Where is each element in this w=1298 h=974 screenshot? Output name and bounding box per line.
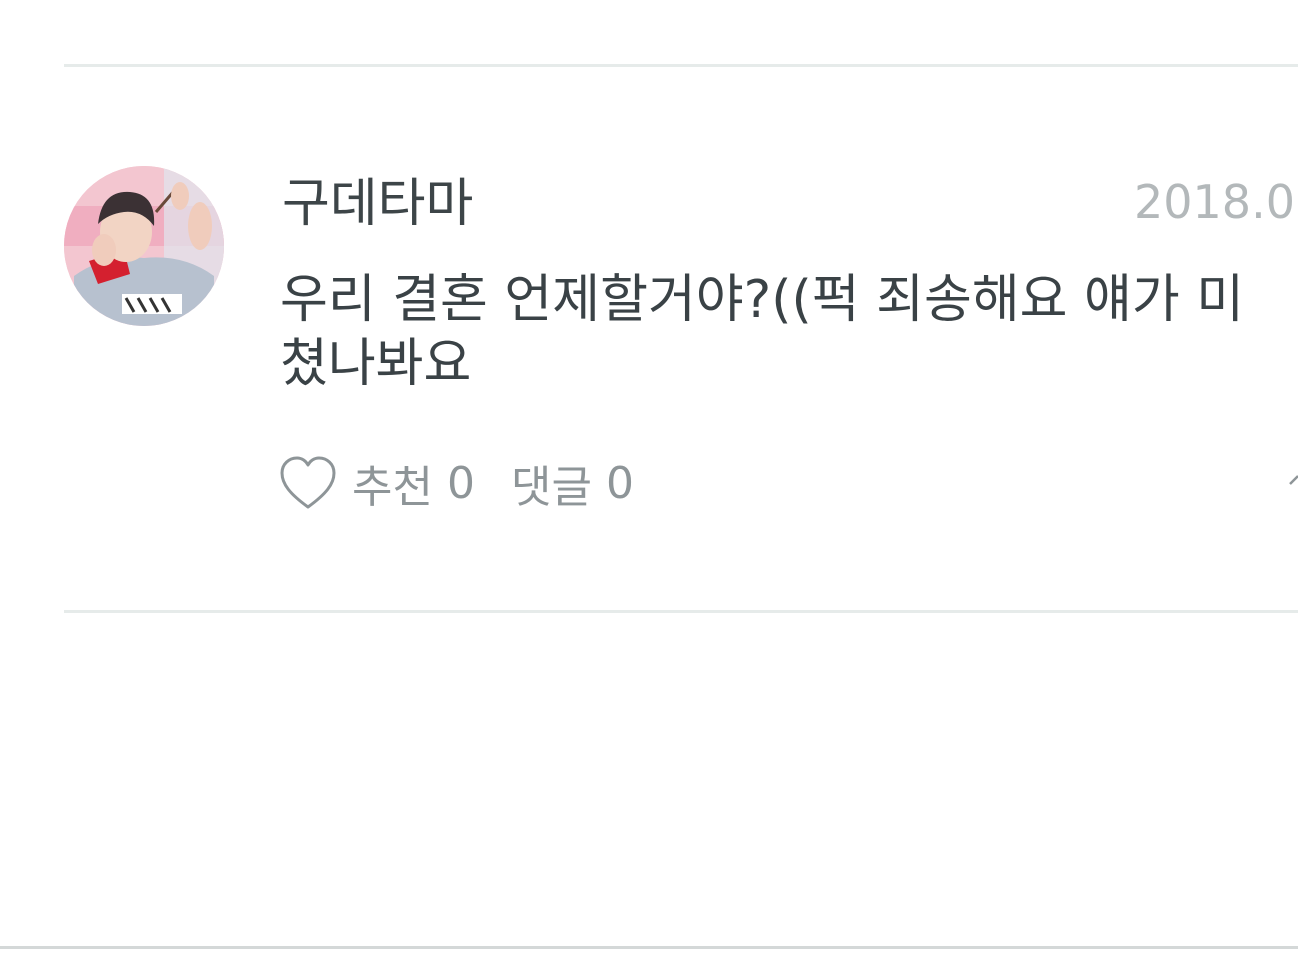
comment-actions: 추천 0 댓글 0 bbox=[278, 450, 634, 516]
like-button[interactable]: 추천 0 bbox=[278, 451, 475, 515]
comment-label: 댓글 bbox=[510, 462, 592, 513]
like-label: 추천 bbox=[352, 462, 433, 513]
top-divider bbox=[64, 64, 1298, 67]
section-divider bbox=[64, 610, 1298, 613]
author-name[interactable]: 구데타마 bbox=[282, 172, 473, 236]
chevron-icon[interactable] bbox=[1286, 470, 1298, 494]
avatar[interactable] bbox=[64, 166, 224, 326]
bottom-divider bbox=[0, 946, 1298, 949]
post-timestamp: 2018.07 bbox=[1134, 175, 1298, 229]
avatar-photo bbox=[64, 166, 224, 326]
comment-count: 0 bbox=[605, 457, 634, 509]
comment-button[interactable]: 댓글 0 bbox=[511, 451, 634, 515]
heart-outline-icon[interactable] bbox=[278, 454, 338, 512]
like-count: 0 bbox=[446, 457, 475, 509]
comment-text: 우리 결혼 언제할거야?((퍽 죄송해요 얘가 미쳤나봐요 bbox=[280, 270, 1245, 394]
comment-page: 구데타마 2018.07 우리 결혼 언제할거야?((퍽 죄송해요 얘가 미쳤나… bbox=[0, 0, 1298, 974]
